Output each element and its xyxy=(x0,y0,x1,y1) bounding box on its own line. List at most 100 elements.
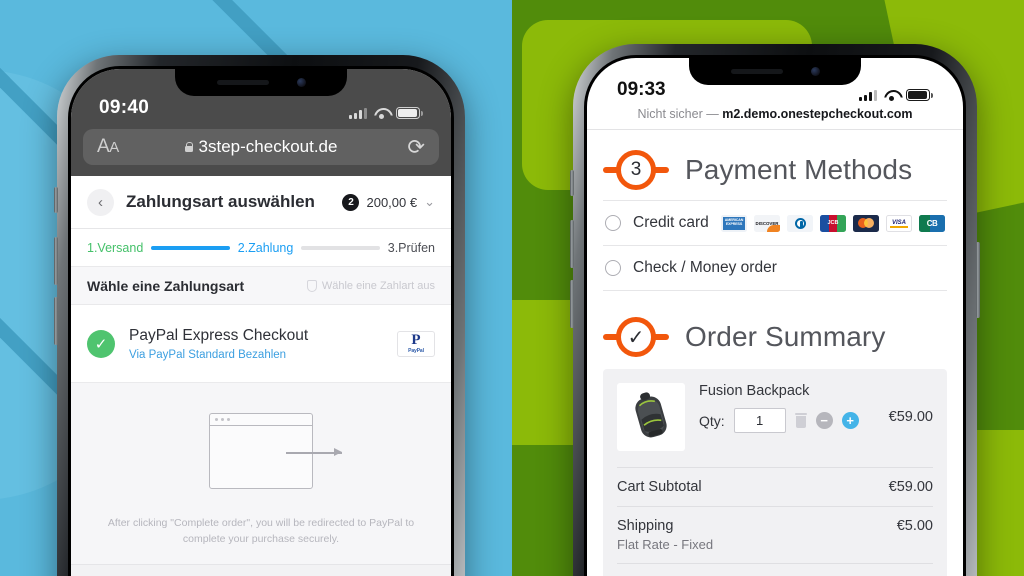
payment-method-paypal[interactable]: ✓ PayPal Express Checkout Via PayPal Sta… xyxy=(71,305,451,383)
total-value: €5.00 xyxy=(896,518,933,534)
quantity-controls: Qty: 1 − + xyxy=(699,408,875,433)
step-badge-number: 3 xyxy=(616,150,656,190)
payment-method-name: PayPal Express Checkout xyxy=(129,326,309,344)
cart-total[interactable]: 2 200,00 € ⌄ xyxy=(342,193,435,211)
payment-option-label: Check / Money order xyxy=(633,259,777,276)
signal-bars-icon xyxy=(349,107,367,119)
section-header-payment-methods: 3 Payment Methods xyxy=(603,130,947,200)
total-sublabel: Flat Rate - Fixed xyxy=(617,537,714,552)
chevron-down-icon[interactable]: ⌄ xyxy=(424,194,435,210)
phone-mute-switch xyxy=(54,187,58,213)
quantity-label: Qty: xyxy=(699,412,725,429)
product-price: €59.00 xyxy=(888,409,933,425)
phone-bezel: 09:33 Nicht sicher — m2.demo.onestepchec… xyxy=(584,55,966,576)
earpiece-speaker-icon xyxy=(730,69,783,74)
total-row-order-total: Order Total €64.00 xyxy=(617,563,933,576)
page-content-left: ‹ Zahlungsart auswählen 2 200,00 € ⌄ 1.V… xyxy=(71,176,451,576)
status-time: 09:33 xyxy=(617,79,666,100)
address-bar[interactable]: AAAA 3step-checkout.de ⟳ xyxy=(83,129,439,165)
payment-method-subtitle[interactable]: Via PayPal Standard Bezahlen xyxy=(129,349,308,361)
progress-bar-filled xyxy=(151,245,230,250)
phone-notch xyxy=(689,58,861,85)
step-badge-complete: ✓ xyxy=(603,317,669,357)
paypal-glyph: P xyxy=(411,332,421,348)
cartes-bancaires-card-icon: CB xyxy=(919,214,945,232)
signal-bars-icon xyxy=(859,89,877,101)
minus-circle-icon[interactable]: − xyxy=(815,412,833,429)
total-value: €59.00 xyxy=(888,479,933,495)
jcb-card-icon: JCB xyxy=(820,214,846,232)
plus-circle-icon[interactable]: + xyxy=(841,412,859,429)
front-camera-icon xyxy=(810,67,820,76)
payment-option-credit-card[interactable]: Credit card AMERICAN EXPRESS DISCOVER JC… xyxy=(603,200,947,245)
step-1-shipping[interactable]: 1.Versand xyxy=(87,241,143,255)
url-display: 3step-checkout.de xyxy=(83,137,439,157)
checkout-progress: 1.Versand 2.Zahlung 3.Prüfen xyxy=(71,229,451,267)
payment-option-label: Credit card xyxy=(633,214,709,231)
battery-icon xyxy=(906,89,933,101)
phone-mockup-left: 09:40 AAAA 3step-checkout.de ⟳ xyxy=(54,55,465,576)
cart-amount: 200,00 € xyxy=(366,194,418,210)
step-badge-3: 3 xyxy=(603,150,669,190)
url-text: 3step-checkout.de xyxy=(198,137,338,156)
radio-unchecked-icon[interactable] xyxy=(605,260,621,276)
section-header-order-summary: ✓ Order Summary xyxy=(603,291,947,367)
phone-power-button xyxy=(976,242,980,318)
phone-mute-switch xyxy=(570,170,574,196)
fusion-backpack-thumbnail xyxy=(617,383,685,451)
page-header: ‹ Zahlungsart auswählen 2 200,00 € ⌄ xyxy=(71,176,451,229)
phone-mockup-right: 09:33 Nicht sicher — m2.demo.onestepchec… xyxy=(570,44,980,576)
phone-notch xyxy=(175,69,347,96)
accepted-cards: AMERICAN EXPRESS DISCOVER JCB VISA CB xyxy=(721,214,945,232)
american-express-card-icon: AMERICAN EXPRESS xyxy=(721,214,747,232)
total-row-labels: Cart Subtotal xyxy=(617,479,702,495)
discover-card-icon: DISCOVER xyxy=(754,214,780,232)
status-icons xyxy=(349,107,423,119)
shield-icon xyxy=(306,279,317,292)
order-summary-box: Fusion Backpack Qty: 1 − + €59.00 Cart S… xyxy=(603,369,947,576)
address-bar[interactable]: Nicht sicher — m2.demo.onestepcheckout.c… xyxy=(587,104,963,130)
step-2-payment[interactable]: 2.Zahlung xyxy=(238,241,294,255)
screen-left: 09:40 AAAA 3step-checkout.de ⟳ xyxy=(71,69,451,576)
phone-volume-up-button xyxy=(570,220,574,268)
page-title: Zahlungsart auswählen xyxy=(126,192,315,211)
status-icons xyxy=(859,89,933,101)
front-camera-icon xyxy=(296,78,306,87)
back-button[interactable]: ‹ xyxy=(87,188,114,216)
payment-subheader-label: Wähle eine Zahlungsart xyxy=(87,277,245,294)
redirect-note: After clicking "Complete order", you wil… xyxy=(107,517,415,546)
wifi-icon xyxy=(374,108,389,119)
wifi-icon xyxy=(884,90,899,101)
battery-icon xyxy=(396,107,423,119)
reload-icon[interactable]: ⟳ xyxy=(407,135,425,160)
payment-option-check-money-order[interactable]: Check / Money order xyxy=(603,245,947,291)
section-title: Payment Methods xyxy=(685,154,913,185)
check-circle-icon: ✓ xyxy=(87,329,115,358)
payment-subheader: Wähle eine Zahlungsart Wähle eine Zahlar… xyxy=(71,267,451,305)
url-text: m2.demo.onestepcheckout.com xyxy=(722,107,913,121)
diners-club-card-icon xyxy=(787,214,813,232)
quantity-input[interactable]: 1 xyxy=(733,408,786,433)
security-warning-text: Nicht sicher — xyxy=(637,107,719,121)
total-row-shipping: Shipping Flat Rate - Fixed €5.00 xyxy=(617,506,933,563)
phone-bezel: 09:40 AAAA 3step-checkout.de ⟳ xyxy=(68,66,454,576)
step-3-review[interactable]: 3.Prüfen xyxy=(388,241,435,255)
section-title: Order Summary xyxy=(685,321,886,352)
screen-right: 09:33 Nicht sicher — m2.demo.onestepchec… xyxy=(587,58,963,576)
trash-icon[interactable] xyxy=(794,413,807,428)
page-content-right: 3 Payment Methods Credit card AMERICAN E… xyxy=(587,130,963,576)
order-line-item-info: Fusion Backpack Qty: 1 − + xyxy=(699,383,875,433)
total-row-labels: Shipping Flat Rate - Fixed xyxy=(617,518,713,552)
browser-window-redirect-icon xyxy=(209,413,342,489)
payment-method-text: PayPal Express Checkout Via PayPal Stand… xyxy=(129,327,308,361)
radio-unchecked-icon[interactable] xyxy=(605,215,621,231)
lock-icon xyxy=(184,142,193,152)
hint-text: Wähle eine Zahlart aus xyxy=(321,279,435,292)
mastercard-card-icon xyxy=(853,214,879,232)
window-titlebar xyxy=(210,414,312,426)
billing-address-section[interactable]: Rechnungsadresse Abweichende Rechnungsad… xyxy=(71,563,451,576)
total-label: Shipping xyxy=(617,518,674,534)
paypal-wordmark: PayPal xyxy=(408,348,424,354)
order-line-item: Fusion Backpack Qty: 1 − + €59.00 xyxy=(617,383,933,467)
product-name[interactable]: Fusion Backpack xyxy=(699,383,875,399)
